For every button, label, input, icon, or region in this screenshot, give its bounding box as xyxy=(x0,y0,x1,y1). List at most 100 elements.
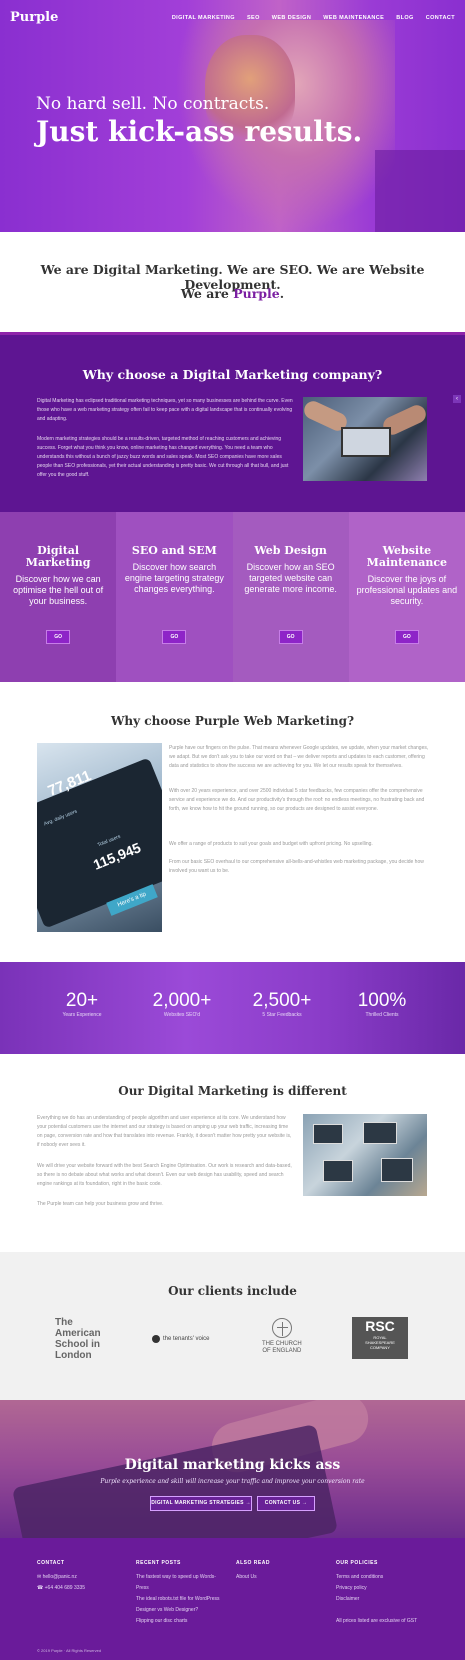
rsc-initials: RSC xyxy=(365,1318,395,1334)
image-laptop xyxy=(341,427,391,457)
service-desc: Discover how search engine targeting str… xyxy=(124,562,224,594)
cta-section: Digital marketing kicks ass Purple exper… xyxy=(0,1400,465,1538)
why-digital-title: Why choose a Digital Marketing company? xyxy=(82,367,383,382)
intro-accent-word: Purple xyxy=(233,286,280,301)
clients-title: Our clients include xyxy=(168,1284,297,1298)
terms-link[interactable]: Terms and conditions xyxy=(336,1572,436,1583)
logo-text-line: The xyxy=(55,1317,73,1328)
recent-post-link[interactable]: Flipping our disc charts xyxy=(136,1616,231,1627)
image-laptop-2 xyxy=(363,1122,397,1144)
footer-phone-link[interactable]: ☎ +64 404 689 3335 xyxy=(37,1583,127,1594)
service-title: Digital Marketing xyxy=(25,544,91,569)
intro-suffix: . xyxy=(279,286,285,301)
service-title: Website Maintenance xyxy=(366,544,448,569)
copyright: © 2019 Purple · All Rights Reserved xyxy=(37,1648,102,1653)
logo-text-line: American xyxy=(55,1328,101,1339)
client-logo-american-school: The American School in London xyxy=(55,1317,101,1361)
why-paragraph-1: Digital Marketing has eclipsed tradition… xyxy=(37,398,293,422)
about-us-link[interactable]: About Us xyxy=(236,1572,316,1583)
privacy-link[interactable]: Privacy policy xyxy=(336,1583,436,1594)
stat-clients: 100% Thrilled Clients xyxy=(332,990,432,1018)
client-logo-rsc: RSC ROYAL SHAKESPEARE COMPANY xyxy=(352,1317,408,1359)
diff-paragraph-3: The Purple team can help your business g… xyxy=(37,1201,164,1207)
nav-blog[interactable]: BLOG xyxy=(396,15,414,21)
stat-label: Years Experience xyxy=(62,1012,102,1018)
footer-email-link[interactable]: ✉ hello@panic.nz xyxy=(37,1572,127,1583)
footer-heading: OUR POLICIES xyxy=(336,1560,378,1566)
service-go-button[interactable]: GO xyxy=(46,630,71,644)
service-card-web-design: Web Design Discover how an SEO targeted … xyxy=(232,512,349,682)
different-title: Our Digital Marketing is different xyxy=(118,1084,347,1098)
digital-marketing-strategies-button[interactable]: DIGITAL MARKETING STRATEGIES → xyxy=(150,1496,252,1511)
service-card-seo-sem: SEO and SEM Discover how search engine t… xyxy=(116,512,233,682)
services-section: Digital Marketing Discover how we can op… xyxy=(0,512,465,682)
church-cross-icon xyxy=(271,1318,292,1338)
footer-heading: ALSO READ xyxy=(236,1560,270,1566)
contact-us-button[interactable]: CONTACT US → xyxy=(257,1496,315,1511)
footer-contact: CONTACT ✉ hello@panic.nz ☎ +64 404 689 3… xyxy=(37,1558,127,1594)
why-purple-section: Why choose Purple Web Marketing? 77,811 … xyxy=(0,682,465,962)
cta-subtitle: Purple experience and skill will increas… xyxy=(100,1478,365,1485)
logo-text-line: OF ENGLAND xyxy=(262,1348,302,1354)
why-digital-section: Why choose a Digital Marketing company? … xyxy=(0,332,465,512)
stat-label: Thrilled Clients xyxy=(365,1012,399,1018)
why-purple-title: Why choose Purple Web Marketing? xyxy=(110,714,355,728)
stat-websites: 2,000+ Websites SEO'd xyxy=(132,990,232,1018)
analytics-phone-image: 77,811 Avg. daily users Total users 115,… xyxy=(37,743,162,932)
gst-note: All prices listed are exclusive of GST xyxy=(336,1618,418,1624)
intro-line-2: We are Purple. xyxy=(0,286,465,301)
service-go-button[interactable]: GO xyxy=(162,630,187,644)
tenants-voice-icon xyxy=(152,1335,160,1343)
service-desc: Discover how an SEO targeted website can… xyxy=(244,562,337,594)
logo-text-line: THE CHURCH xyxy=(262,1341,302,1347)
recent-post-link[interactable]: The fastest way to speed up Words- xyxy=(136,1572,231,1583)
nav-seo[interactable]: SEO xyxy=(247,15,260,21)
nav-contact[interactable]: CONTACT xyxy=(426,15,455,21)
stat-years: 20+ Years Experience xyxy=(32,990,132,1018)
image-laptop-3 xyxy=(323,1160,353,1182)
hero-tagline: No hard sell. No contracts. xyxy=(36,94,270,114)
footer-heading: RECENT POSTS xyxy=(136,1560,181,1566)
service-title: Web Design xyxy=(254,544,327,557)
image-laptop-1 xyxy=(313,1124,343,1144)
footer-recent-posts: RECENT POSTS The fastest way to speed up… xyxy=(136,1558,231,1627)
logo-text: the tenants' voice xyxy=(163,1336,210,1342)
nav-web-maintenance[interactable]: WEB MAINTENANCE xyxy=(323,15,384,21)
client-logo-church-of-england: THE CHURCH OF ENGLAND xyxy=(262,1318,302,1355)
intro-prefix: We are xyxy=(180,286,234,301)
cta-title: Digital marketing kicks ass xyxy=(124,1457,341,1473)
intro-section: We are Digital Marketing. We are SEO. We… xyxy=(0,232,465,332)
pwm-paragraph-4: From our basic SEO overhaul to our compr… xyxy=(169,859,424,874)
site-footer: CONTACT ✉ hello@panic.nz ☎ +64 404 689 3… xyxy=(0,1538,465,1660)
stat-value: 2,500+ xyxy=(252,990,312,1011)
recent-post-link[interactable]: Press xyxy=(136,1583,231,1594)
image-laptop-4 xyxy=(381,1158,413,1182)
pwm-paragraph-1: Purple have our fingers on the pulse. Th… xyxy=(169,745,429,769)
service-desc: Discover how we can optimise the hell ou… xyxy=(13,574,104,606)
service-card-digital-marketing: Digital Marketing Discover how we can op… xyxy=(0,512,117,682)
stat-label: Websites SEO'd xyxy=(163,1012,201,1018)
stat-value: 100% xyxy=(357,990,407,1011)
site-logo[interactable]: Purple xyxy=(10,10,58,25)
hero-headline: Just kick-ass results. xyxy=(36,115,363,148)
stat-value: 20+ xyxy=(65,990,99,1011)
logo-text-line: School in xyxy=(55,1339,100,1350)
main-nav: DIGITAL MARKETING SEO WEB DESIGN WEB MAI… xyxy=(172,15,455,21)
team-laptop-image xyxy=(303,397,427,481)
nav-digital-marketing[interactable]: DIGITAL MARKETING xyxy=(172,15,235,21)
logo-text-line: London xyxy=(55,1350,92,1361)
service-go-button[interactable]: GO xyxy=(278,630,303,644)
footer-policies: OUR POLICIES Terms and conditions Privac… xyxy=(336,1558,436,1627)
hero-laptop-image xyxy=(375,150,465,232)
service-go-button[interactable]: GO xyxy=(394,630,419,644)
recent-post-link[interactable]: The ideal robots.txt file for WordPress xyxy=(136,1594,231,1605)
footer-also-read: ALSO READ About Us xyxy=(236,1558,316,1583)
different-section: Our Digital Marketing is different Every… xyxy=(0,1054,465,1252)
nav-web-design[interactable]: WEB DESIGN xyxy=(272,15,311,21)
service-card-web-maintenance: Website Maintenance Discover the joys of… xyxy=(348,512,465,682)
disclaimer-link[interactable]: Disclaimer xyxy=(336,1594,436,1605)
side-tab-arrow[interactable]: ‹ xyxy=(453,395,461,403)
recent-post-link[interactable]: Designer vs Web Designer? xyxy=(136,1605,231,1616)
stat-value: 2,000+ xyxy=(152,990,212,1011)
stat-label: 5 Star Feedbacks xyxy=(262,1012,302,1018)
